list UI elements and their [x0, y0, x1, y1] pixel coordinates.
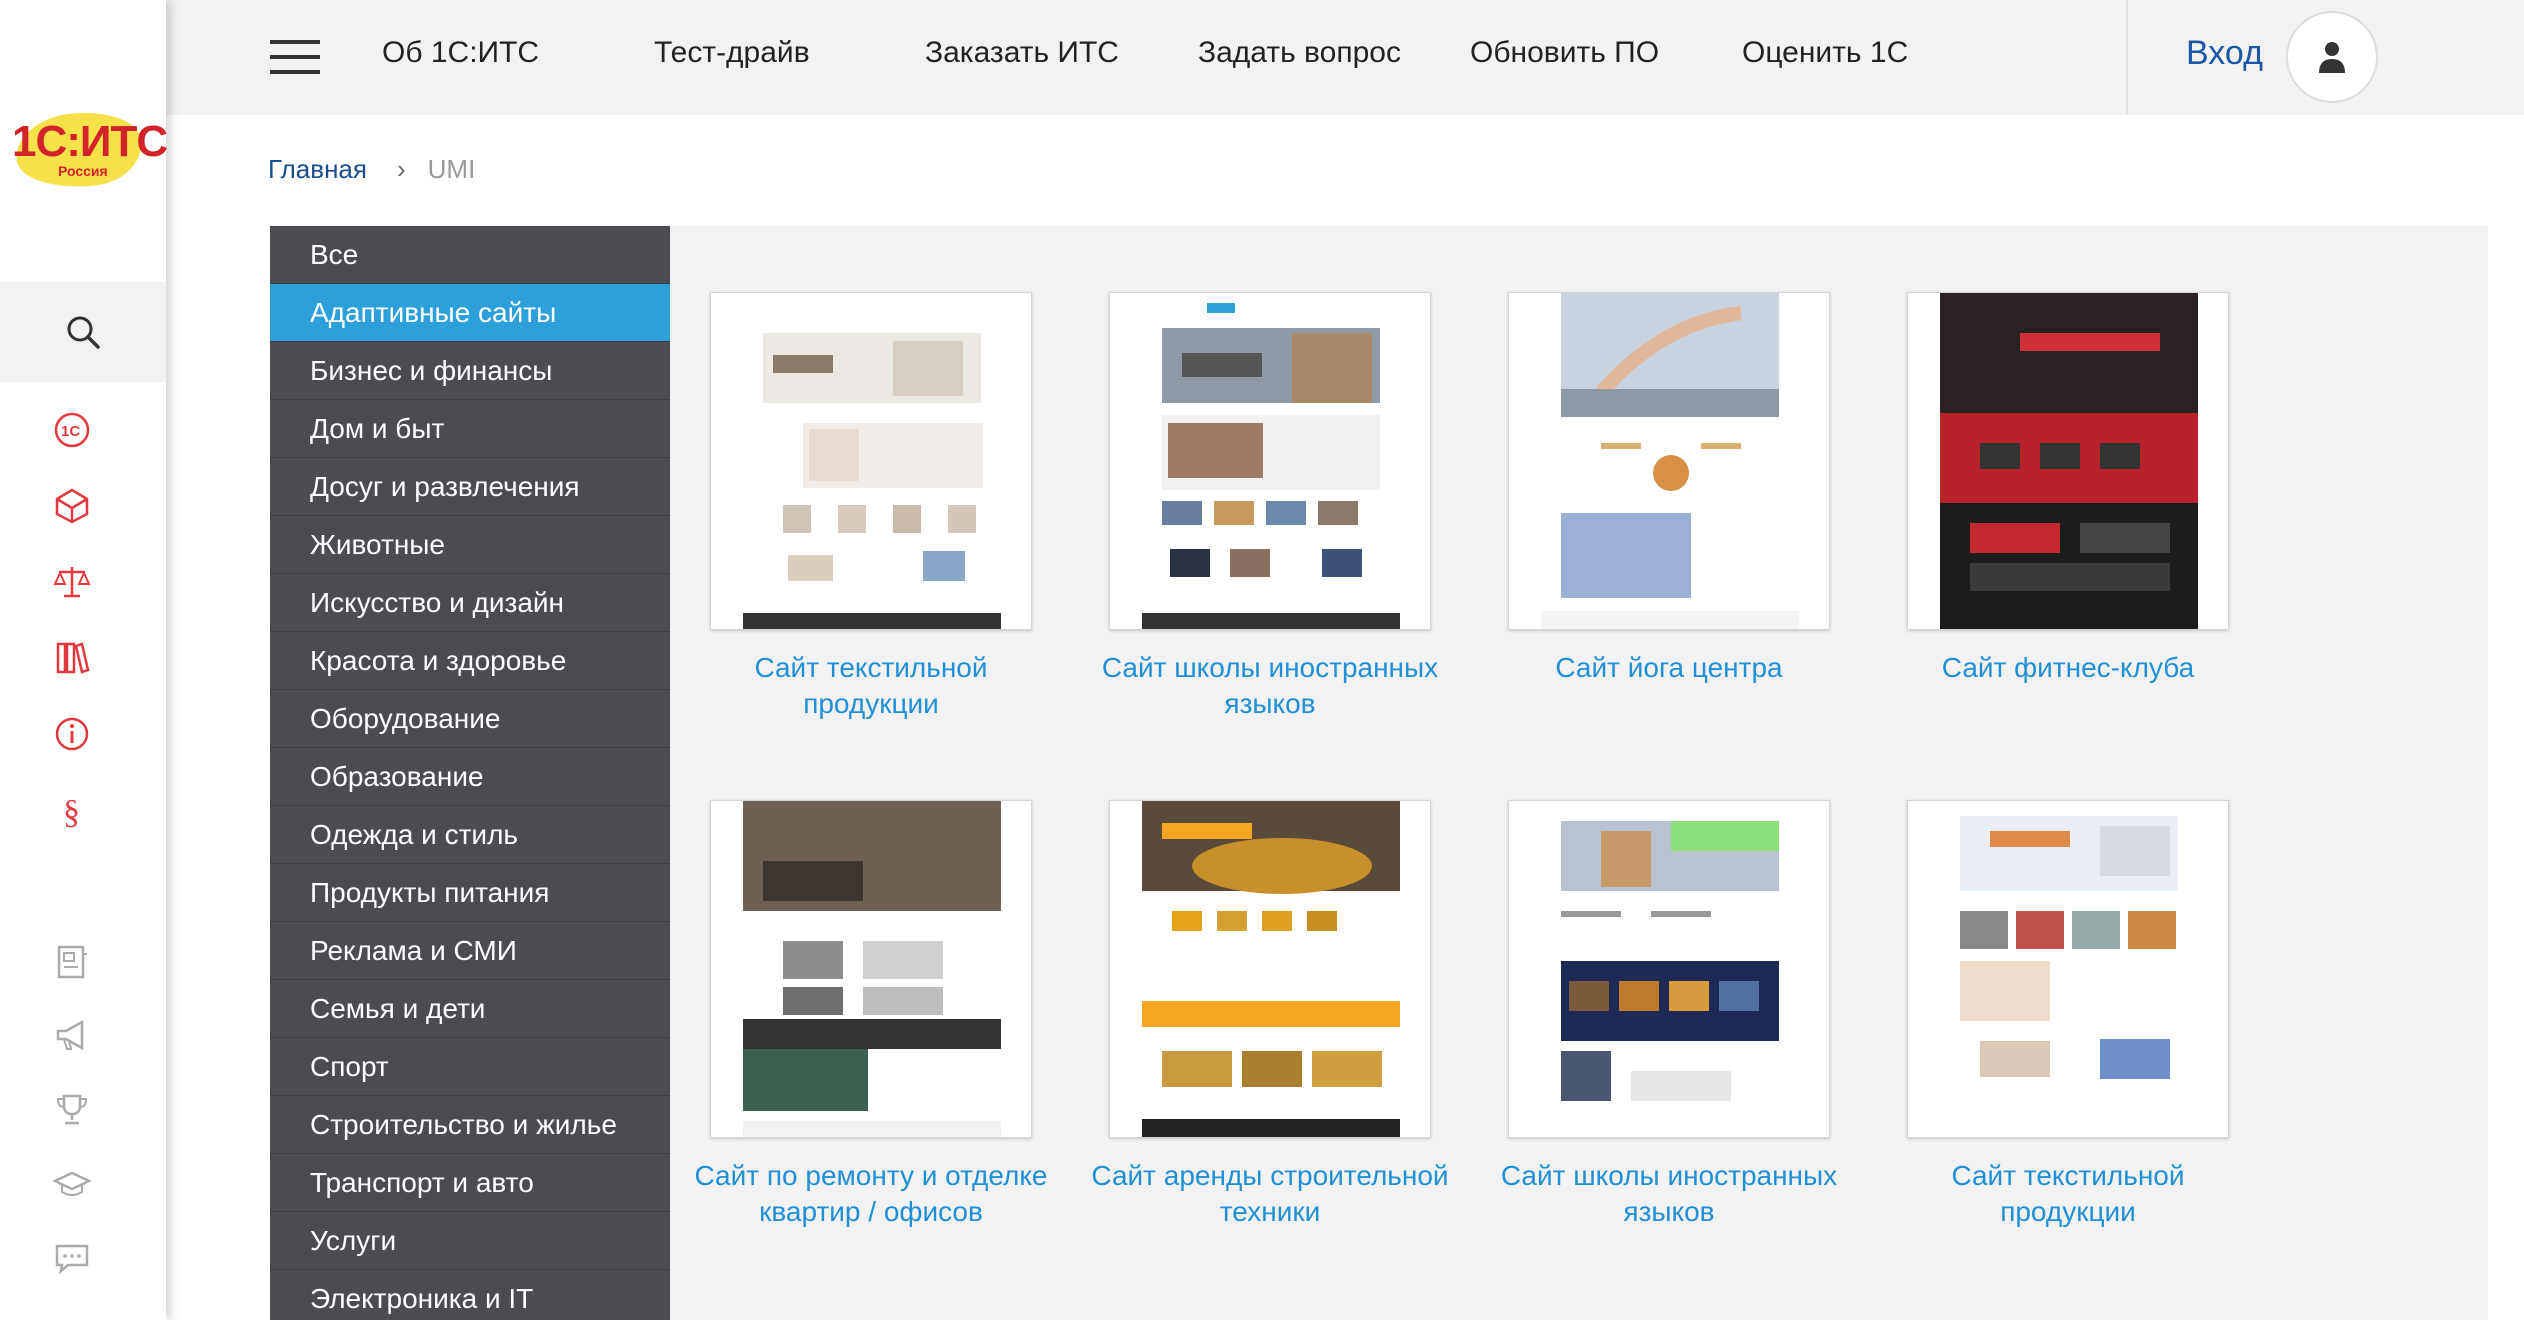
avatar-button[interactable] — [2286, 11, 2378, 103]
menu-icon — [270, 40, 320, 44]
nav-order[interactable]: Заказать ИТС — [925, 36, 1119, 70]
menu-icon-line — [270, 70, 320, 74]
category-all[interactable]: Все — [270, 226, 670, 284]
rail-item-paragraph[interactable]: § — [48, 786, 96, 834]
template-preview-image — [743, 293, 1001, 629]
category-services[interactable]: Услуги — [270, 1212, 670, 1270]
rail-item-awards[interactable] — [48, 1086, 96, 1134]
trophy-icon — [56, 1094, 88, 1125]
chevron-right-icon: › — [396, 154, 406, 184]
breadcrumb: Главная › UMI — [268, 154, 475, 185]
search-icon — [67, 316, 100, 349]
chat-icon — [55, 1244, 89, 1275]
breadcrumb-current: UMI — [427, 154, 476, 184]
rail-item-1c[interactable]: 1С — [48, 406, 96, 454]
category-business[interactable]: Бизнес и финансы — [270, 342, 670, 400]
user-icon — [2319, 42, 2345, 73]
rail-item-law[interactable] — [48, 558, 96, 606]
graduation-cap-icon — [52, 1171, 92, 1196]
category-electronics[interactable]: Электроника и IT — [270, 1270, 670, 1320]
category-art[interactable]: Искусство и дизайн — [270, 574, 670, 632]
1c-icon: 1С — [54, 412, 90, 448]
template-title[interactable]: Сайт йога центра — [1488, 650, 1850, 686]
category-clothing[interactable]: Одежда и стиль — [270, 806, 670, 864]
template-preview-image — [1940, 293, 2198, 629]
breadcrumb-home[interactable]: Главная — [268, 154, 367, 185]
books-icon — [56, 642, 90, 674]
rail-item-news[interactable] — [48, 1012, 96, 1060]
template-thumbnail[interactable] — [1109, 292, 1431, 630]
menu-button[interactable] — [270, 38, 320, 76]
svg-text:§: § — [63, 794, 80, 830]
its-logo[interactable]: 1С:ИТС Россия — [10, 105, 168, 194]
scales-icon — [53, 567, 91, 598]
category-list: Все Адаптивные сайты Бизнес и финансы До… — [270, 226, 670, 1320]
category-family[interactable]: Семья и дети — [270, 980, 670, 1038]
login-link[interactable]: Вход — [2186, 34, 2263, 73]
top-divider — [2126, 0, 2128, 115]
paragraph-icon: § — [63, 794, 80, 830]
template-title[interactable]: Сайт школы иностранных языков — [1488, 1158, 1850, 1230]
logo-subtext: Россия — [58, 163, 108, 179]
rail-item-chat[interactable] — [48, 1234, 96, 1282]
template-title[interactable]: Сайт фитнес-клуба — [1887, 650, 2249, 686]
rail-item-library[interactable] — [48, 634, 96, 682]
document-icon — [57, 945, 87, 979]
category-media[interactable]: Реклама и СМИ — [270, 922, 670, 980]
nav-ask-question[interactable]: Задать вопрос — [1198, 36, 1401, 70]
svg-text:1С: 1С — [61, 423, 80, 440]
rail-item-education[interactable] — [48, 1160, 96, 1208]
template-title[interactable]: Сайт по ремонту и отделке квартир / офис… — [690, 1158, 1052, 1230]
category-food[interactable]: Продукты питания — [270, 864, 670, 922]
template-preview-image — [743, 801, 1001, 1137]
category-beauty[interactable]: Красота и здоровье — [270, 632, 670, 690]
content-area: Все Адаптивные сайты Бизнес и финансы До… — [270, 226, 2488, 1320]
template-thumbnail[interactable] — [1907, 800, 2229, 1138]
template-preview-image — [1940, 801, 2198, 1137]
top-bar: Об 1С:ИТС Тест-драйв Заказать ИТС Задать… — [166, 0, 2524, 115]
template-preview-image — [1142, 801, 1400, 1137]
rail-item-cube[interactable] — [48, 482, 96, 530]
rail-item-documents[interactable] — [48, 938, 96, 986]
category-sport[interactable]: Спорт — [270, 1038, 670, 1096]
category-construction[interactable]: Строительство и жилье — [270, 1096, 670, 1154]
template-preview-image — [1541, 801, 1799, 1137]
category-transport[interactable]: Транспорт и авто — [270, 1154, 670, 1212]
category-home[interactable]: Дом и быт — [270, 400, 670, 458]
template-preview-image — [1142, 293, 1400, 629]
left-rail: 1С:ИТС Россия 1С § — [0, 0, 168, 1320]
template-thumbnail[interactable] — [1907, 292, 2229, 630]
info-icon — [55, 717, 89, 751]
rail-search-button[interactable] — [0, 282, 166, 382]
template-preview-image — [1541, 293, 1799, 629]
nav-update[interactable]: Обновить ПО — [1470, 36, 1659, 70]
template-title[interactable]: Сайт текстильной продукции — [690, 650, 1052, 722]
category-adaptive[interactable]: Адаптивные сайты — [270, 284, 670, 342]
category-animals[interactable]: Животные — [270, 516, 670, 574]
nav-test-drive[interactable]: Тест-драйв — [654, 36, 810, 70]
template-thumbnail[interactable] — [710, 800, 1032, 1138]
logo-text: 1С:ИТС — [12, 117, 168, 166]
nav-rate[interactable]: Оценить 1С — [1742, 36, 1908, 70]
template-title[interactable]: Сайт аренды строительной техники — [1089, 1158, 1451, 1230]
template-thumbnail[interactable] — [1508, 800, 1830, 1138]
category-education[interactable]: Образование — [270, 748, 670, 806]
template-title[interactable]: Сайт школы иностранных языков — [1089, 650, 1451, 722]
category-leisure[interactable]: Досуг и развлечения — [270, 458, 670, 516]
megaphone-icon — [56, 1019, 84, 1051]
cube-icon — [55, 488, 89, 524]
nav-about[interactable]: Об 1С:ИТС — [382, 36, 539, 70]
template-thumbnail[interactable] — [1508, 292, 1830, 630]
template-thumbnail[interactable] — [710, 292, 1032, 630]
template-thumbnail[interactable] — [1109, 800, 1431, 1138]
category-equipment[interactable]: Оборудование — [270, 690, 670, 748]
rail-item-info[interactable] — [48, 710, 96, 758]
menu-icon-line — [270, 55, 320, 59]
template-title[interactable]: Сайт текстильной продукции — [1887, 1158, 2249, 1230]
